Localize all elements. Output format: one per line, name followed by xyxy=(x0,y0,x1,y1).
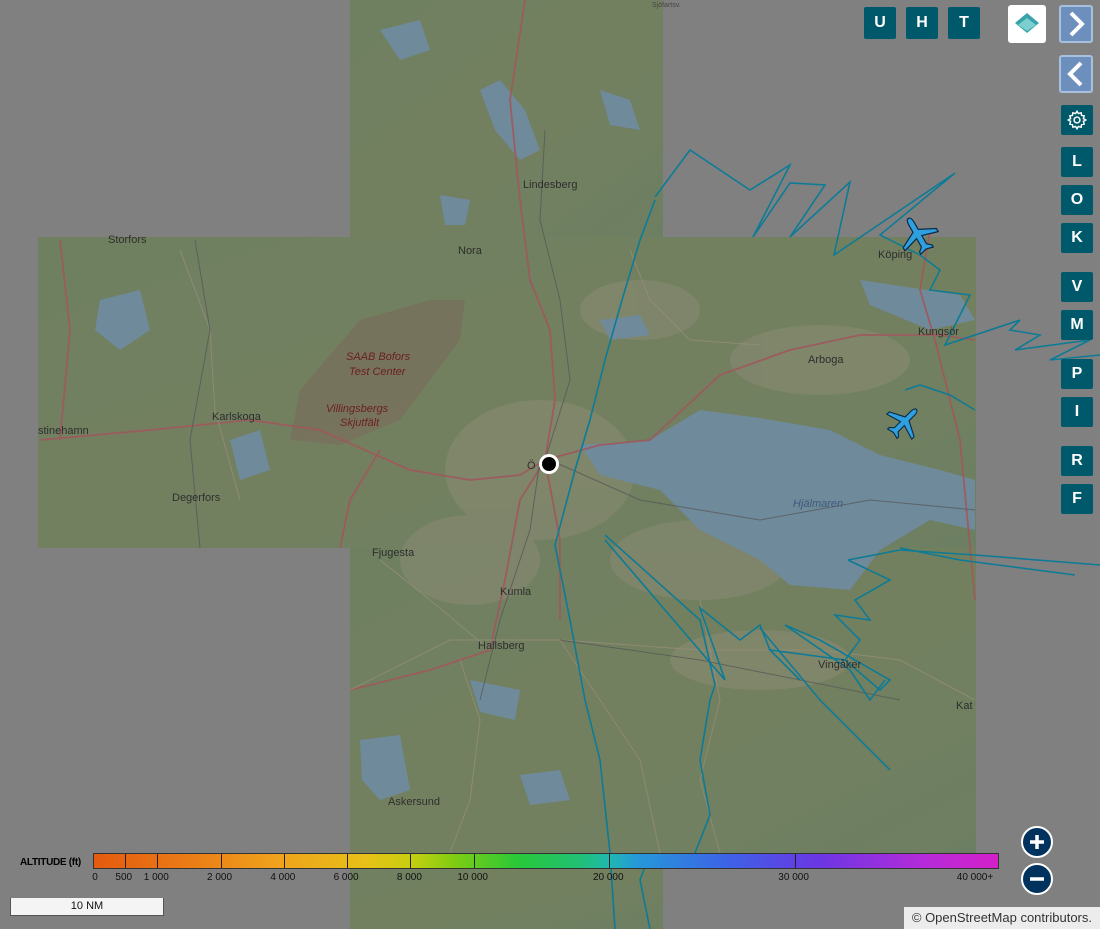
legend-tick-label: 2 000 xyxy=(207,872,233,883)
chevron-left-icon xyxy=(1067,61,1083,87)
town-fjugesta: Fjugesta xyxy=(372,547,415,559)
tile-credit: Sjöfartsv. xyxy=(652,2,681,9)
legend-tick-label: 20 000 xyxy=(592,872,624,883)
altitude-legend: ALTITUDE (ft) 0 500 1 000 2 000 4 000 6 000 8 … xyxy=(18,852,1000,888)
next-panel-button[interactable] xyxy=(1059,5,1093,43)
layers-button[interactable] xyxy=(1008,5,1046,43)
legend-tick-label: 4 000 xyxy=(270,872,296,883)
legend-tick-label: 8 000 xyxy=(396,872,422,883)
town-vingaker: Vingåker xyxy=(818,659,862,671)
toggle-o-button[interactable]: O xyxy=(1061,185,1093,215)
lake-hjalmaren: Hjälmaren xyxy=(793,498,843,510)
legend-tick xyxy=(609,854,611,868)
legend-tick xyxy=(124,854,126,868)
town-hallsberg: Hallsberg xyxy=(478,640,524,652)
town-kungsor: Kungsör xyxy=(918,326,959,338)
legend-tick xyxy=(157,854,159,868)
legend-tick xyxy=(473,854,475,868)
town-degerfors: Degerfors xyxy=(172,492,221,504)
legend-tick xyxy=(220,854,222,868)
legend-tick-label: 1 000 xyxy=(143,872,169,883)
town-storfors: Storfors xyxy=(108,234,147,246)
poi-villingsbergs-line1: Villingsbergs xyxy=(326,403,389,415)
layers-icon xyxy=(1015,13,1039,33)
map-canvas[interactable]: Storfors Nora Lindesberg Köping Kungsör … xyxy=(0,0,1100,929)
town-katrineholm: Kat xyxy=(956,700,973,712)
prev-panel-button[interactable] xyxy=(1059,55,1093,93)
attribution-copy: © xyxy=(911,910,926,925)
legend-color-bar xyxy=(93,853,999,869)
chevron-right-icon xyxy=(1069,11,1085,37)
toggle-u-button[interactable]: U xyxy=(864,7,896,39)
town-karlskoga: Karlskoga xyxy=(212,411,262,423)
town-kristinehamn: stinehamn xyxy=(38,425,89,437)
town-nora: Nora xyxy=(458,245,483,257)
gear-icon xyxy=(1066,109,1088,131)
zoom-in-button[interactable] xyxy=(1021,826,1053,858)
map-attribution: © OpenStreetMap contributors. xyxy=(903,907,1100,929)
town-arboga: Arboga xyxy=(808,354,844,366)
attribution-rest: contributors. xyxy=(1016,910,1092,925)
toggle-h-button[interactable]: H xyxy=(906,7,938,39)
legend-tick-label: 30 000 xyxy=(778,872,809,883)
poi-villingsbergs-line2: Skjutfält xyxy=(340,417,380,429)
toggle-t-button[interactable]: T xyxy=(948,7,980,39)
town-lindesberg: Lindesberg xyxy=(523,179,577,191)
home-marker[interactable] xyxy=(539,454,559,474)
legend-tick xyxy=(283,854,285,868)
scale-bar: 10 NM xyxy=(10,898,164,916)
legend-tick-label: 500 xyxy=(115,872,133,883)
minus-icon xyxy=(1030,877,1044,881)
town-kumla: Kumla xyxy=(500,586,532,598)
plus-icon xyxy=(1030,835,1044,849)
toggle-r-button[interactable]: R xyxy=(1061,446,1093,476)
toggle-v-button[interactable]: V xyxy=(1061,272,1093,302)
legend-tick xyxy=(794,854,796,868)
poi-saab-line2: Test Center xyxy=(349,366,407,378)
legend-tick-label: 0 xyxy=(92,872,98,883)
town-koping: Köping xyxy=(878,249,912,261)
settings-button[interactable] xyxy=(1061,105,1093,135)
toggle-i-button[interactable]: I xyxy=(1061,397,1093,427)
legend-tick xyxy=(410,854,412,868)
zoom-out-button[interactable] xyxy=(1021,863,1053,895)
town-askersund: Askersund xyxy=(388,796,440,808)
legend-tick xyxy=(347,854,349,868)
toggle-k-button[interactable]: K xyxy=(1061,223,1093,253)
toggle-f-button[interactable]: F xyxy=(1061,484,1093,514)
toggle-l-button[interactable]: L xyxy=(1061,147,1093,177)
toggle-m-button[interactable]: M xyxy=(1061,310,1093,340)
attribution-osm-link[interactable]: OpenStreetMap xyxy=(925,910,1017,925)
poi-saab-line1: SAAB Bofors xyxy=(346,351,411,363)
toggle-p-button[interactable]: P xyxy=(1061,359,1093,389)
legend-tick-label: 10 000 xyxy=(457,872,488,883)
legend-tick-label: 6 000 xyxy=(333,872,359,883)
legend-tick-label: 40 000+ xyxy=(956,872,994,883)
legend-title: ALTITUDE (ft) xyxy=(20,857,81,868)
